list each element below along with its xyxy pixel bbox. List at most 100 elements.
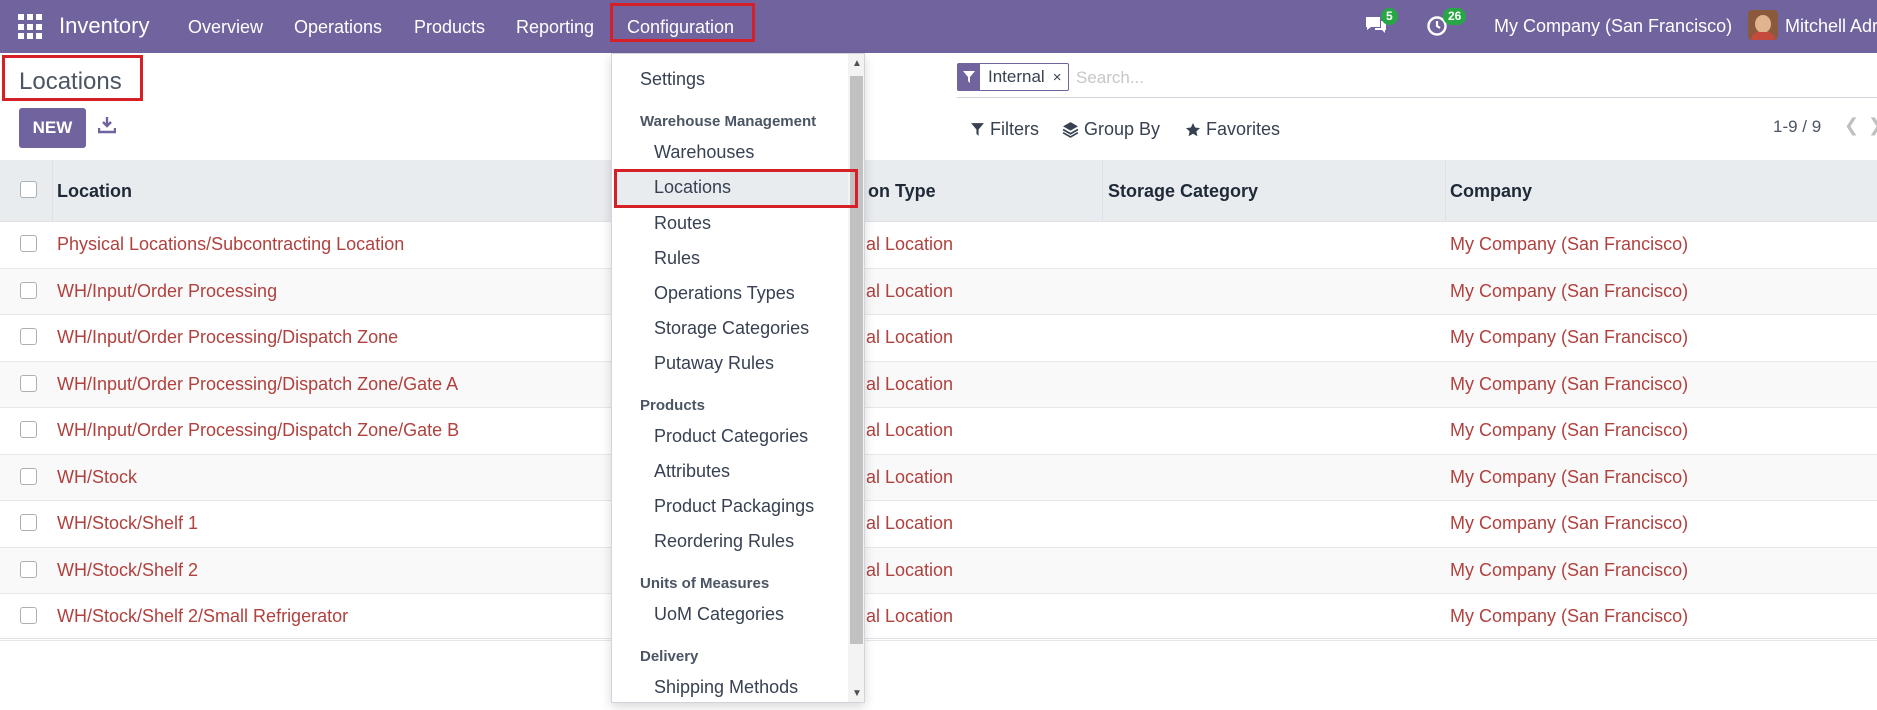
menu-item-attributes[interactable]: Attributes <box>654 461 730 482</box>
cell-company[interactable]: My Company (San Francisco) <box>1450 374 1688 395</box>
menu-item-uom-categories[interactable]: UoM Categories <box>654 604 784 625</box>
cell-location-type: al Location <box>866 373 954 394</box>
column-company[interactable]: Company <box>1450 181 1532 202</box>
cell-location[interactable]: WH/Stock/Shelf 2 <box>57 560 198 581</box>
messages-badge: 5 <box>1381 8 1398 25</box>
activities-clock-icon[interactable]: 26 <box>1426 8 1467 38</box>
cell-location-type: al Location <box>866 234 954 254</box>
menu-item-product-categories[interactable]: Product Categories <box>654 426 808 447</box>
select-all-checkbox[interactable] <box>20 181 37 198</box>
search-input[interactable] <box>1076 65 1776 91</box>
row-checkbox[interactable] <box>20 374 37 392</box>
row-checkbox[interactable] <box>20 560 37 578</box>
pager-next-icon[interactable]: ❯ <box>1868 115 1877 136</box>
table-row[interactable]: WH/Input/Order Processing/Dispatch Zone … <box>0 315 1877 362</box>
menu-item-storage-categories[interactable]: Storage Categories <box>654 318 809 339</box>
new-button[interactable]: NEW <box>19 108 86 148</box>
row-checkbox[interactable] <box>20 281 37 299</box>
apps-menu-icon[interactable] <box>18 14 44 40</box>
user-avatar[interactable] <box>1748 10 1778 40</box>
cell-company[interactable]: My Company (San Francisco) <box>1450 281 1688 302</box>
table-body: Physical Locations/Subcontracting Locati… <box>0 222 1877 641</box>
menu-item-routes[interactable]: Routes <box>654 213 711 234</box>
menu-item-product-packagings[interactable]: Product Packagings <box>654 496 814 517</box>
cell-company[interactable]: My Company (San Francisco) <box>1450 327 1688 348</box>
menu-item-settings[interactable]: Settings <box>640 69 705 90</box>
table-bottom-border <box>0 638 1877 639</box>
cell-location[interactable]: WH/Input/Order Processing <box>57 281 277 302</box>
column-location[interactable]: Location <box>57 181 132 202</box>
configuration-dropdown: Settings Warehouse Management Warehouses… <box>611 53 865 703</box>
table-row[interactable]: WH/Stock/Shelf 2/Small Refrigerator al L… <box>0 594 1877 641</box>
menu-item-reordering-rules[interactable]: Reordering Rules <box>654 531 794 552</box>
cell-company[interactable]: My Company (San Francisco) <box>1450 234 1688 255</box>
row-checkbox[interactable] <box>20 328 37 345</box>
menu-overview[interactable]: Overview <box>188 17 263 38</box>
group-by-button[interactable]: Group By <box>1062 119 1160 140</box>
cell-location[interactable]: WH/Input/Order Processing/Dispatch Zone/… <box>57 420 459 441</box>
activities-badge: 26 <box>1443 8 1467 25</box>
pager-previous-icon[interactable]: ❮ <box>1844 115 1859 136</box>
top-navbar: Inventory Overview Operations Products R… <box>0 0 1877 53</box>
table-row[interactable]: WH/Input/Order Processing/Dispatch Zone/… <box>0 361 1877 408</box>
row-checkbox[interactable] <box>20 607 37 624</box>
search-bar: Internal × <box>957 62 1877 98</box>
scroll-up-arrow-icon[interactable]: ▲ <box>852 58 862 69</box>
scroll-down-arrow-icon[interactable]: ▼ <box>852 688 862 699</box>
cell-location[interactable]: Physical Locations/Subcontracting Locati… <box>57 234 404 255</box>
download-icon[interactable] <box>97 116 118 136</box>
cell-company[interactable]: My Company (San Francisco) <box>1450 467 1688 488</box>
table-row[interactable]: WH/Stock al Location My Company (San Fra… <box>0 454 1877 501</box>
facet-remove-icon[interactable]: × <box>1053 69 1069 86</box>
messages-icon[interactable]: 5 <box>1364 8 1398 38</box>
cell-location-type: al Location <box>866 559 954 580</box>
app-name[interactable]: Inventory <box>59 13 150 39</box>
layers-icon <box>1062 122 1079 138</box>
row-checkbox[interactable] <box>20 467 37 485</box>
user-name[interactable]: Mitchell Adr <box>1785 16 1877 37</box>
menu-item-operations-types[interactable]: Operations Types <box>654 283 795 304</box>
row-checkbox[interactable] <box>20 421 37 438</box>
row-checkbox[interactable] <box>20 514 37 531</box>
menu-item-shipping-methods[interactable]: Shipping Methods <box>654 677 798 698</box>
cell-location-type: al Location <box>866 280 954 301</box>
favorites-button[interactable]: Favorites <box>1185 119 1280 140</box>
column-separator <box>52 160 53 222</box>
cell-company[interactable]: My Company (San Francisco) <box>1450 513 1688 534</box>
column-separator <box>1445 160 1446 222</box>
table-row[interactable]: WH/Input/Order Processing/Dispatch Zone/… <box>0 408 1877 455</box>
dropdown-scrollbar-thumb[interactable] <box>850 76 863 644</box>
locations-highlight-box <box>614 169 858 208</box>
menu-item-rules[interactable]: Rules <box>654 248 700 269</box>
cell-location-type: al Location <box>866 327 954 347</box>
company-switcher[interactable]: My Company (San Francisco) <box>1494 16 1732 37</box>
cell-location-type: al Location <box>866 466 954 487</box>
table-row[interactable]: WH/Stock/Shelf 2 al Location My Company … <box>0 547 1877 594</box>
cell-location[interactable]: WH/Stock <box>57 467 137 488</box>
cell-company[interactable]: My Company (San Francisco) <box>1450 560 1688 581</box>
table-row[interactable]: WH/Stock/Shelf 1 al Location My Company … <box>0 501 1877 548</box>
pager-value[interactable]: 1-9 / 9 <box>1773 117 1821 137</box>
table-header: Location on Type Storage Category Compan… <box>0 160 1877 222</box>
menu-reporting[interactable]: Reporting <box>516 17 594 38</box>
filters-funnel-icon <box>971 123 984 136</box>
row-checkbox[interactable] <box>20 235 37 252</box>
cell-location[interactable]: WH/Input/Order Processing/Dispatch Zone <box>57 327 398 348</box>
table-row[interactable]: Physical Locations/Subcontracting Locati… <box>0 222 1877 269</box>
column-storage-category[interactable]: Storage Category <box>1108 181 1258 202</box>
column-location-type[interactable]: on Type <box>868 181 936 202</box>
menu-item-warehouses[interactable]: Warehouses <box>654 142 754 163</box>
menu-operations[interactable]: Operations <box>294 17 382 38</box>
table-row[interactable]: WH/Input/Order Processing al Location My… <box>0 268 1877 315</box>
title-highlight-box <box>2 55 143 101</box>
favorites-label: Favorites <box>1206 119 1281 139</box>
menu-products[interactable]: Products <box>414 17 485 38</box>
filters-button[interactable]: Filters <box>970 119 1039 140</box>
filter-funnel-icon <box>958 64 980 90</box>
cell-company[interactable]: My Company (San Francisco) <box>1450 606 1688 627</box>
cell-location[interactable]: WH/Stock/Shelf 1 <box>57 513 198 534</box>
menu-item-putaway-rules[interactable]: Putaway Rules <box>654 353 774 374</box>
cell-location[interactable]: WH/Stock/Shelf 2/Small Refrigerator <box>57 606 348 627</box>
cell-location[interactable]: WH/Input/Order Processing/Dispatch Zone/… <box>57 374 458 395</box>
cell-company[interactable]: My Company (San Francisco) <box>1450 420 1688 441</box>
